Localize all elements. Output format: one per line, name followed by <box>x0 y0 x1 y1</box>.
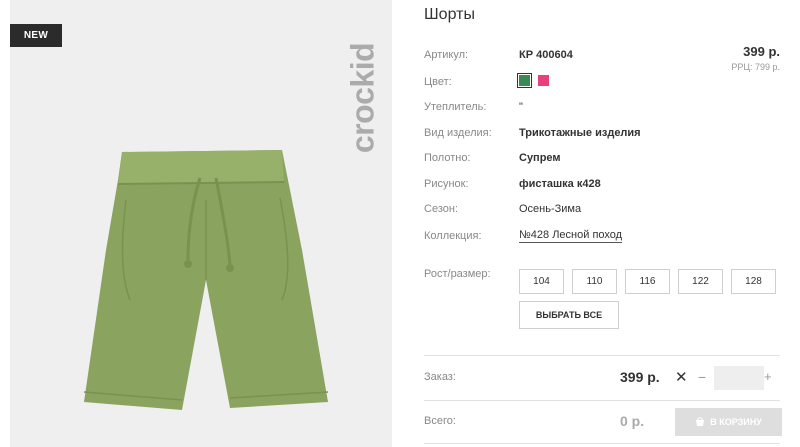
article-row: Артикул: КР 400604 <box>424 49 573 61</box>
fabric-label: Полотно: <box>424 152 471 164</box>
size-label: Рост/размер: <box>424 268 491 280</box>
color-swatch-green[interactable] <box>517 73 532 88</box>
product-price: 399 р. <box>743 44 780 59</box>
remove-icon[interactable]: ✕ <box>675 368 688 386</box>
collection-row: Коллекция: №428 Лесной поход <box>424 229 623 243</box>
divider <box>424 400 780 401</box>
total-label: Всего: <box>424 415 456 427</box>
size-options: 104 110 116 122 128 <box>519 269 776 294</box>
collection-label: Коллекция: <box>424 230 482 242</box>
order-price: 399 р. <box>620 369 660 385</box>
color-label: Цвет: <box>424 76 452 88</box>
color-swatch-pink[interactable] <box>538 75 550 86</box>
season-label: Сезон: <box>424 203 458 215</box>
size-button-110[interactable]: 110 <box>572 269 617 294</box>
season-value: Осень-Зима <box>519 203 582 215</box>
cart-icon <box>696 417 705 426</box>
fabric-value: Супрем <box>519 152 561 164</box>
increment-button[interactable]: + <box>764 369 772 384</box>
print-row: Рисунок: фисташка к428 <box>424 178 601 190</box>
type-label: Вид изделия: <box>424 127 492 139</box>
collection-link[interactable]: №428 Лесной поход <box>519 229 623 243</box>
add-to-cart-button[interactable]: В КОРЗИНУ <box>675 408 782 436</box>
insulation-value: " <box>519 101 523 113</box>
size-row: Рост/размер: <box>424 268 519 280</box>
total-value: 0 р. <box>620 413 645 429</box>
fabric-row: Полотно: Супрем <box>424 152 561 164</box>
season-row: Сезон: Осень-Зима <box>424 203 581 215</box>
print-label: Рисунок: <box>424 178 469 190</box>
divider <box>424 355 780 356</box>
product-photo[interactable] <box>10 0 392 447</box>
size-button-116[interactable]: 116 <box>625 269 670 294</box>
article-label: Артикул: <box>424 49 469 61</box>
order-label: Заказ: <box>424 371 456 383</box>
rrp-price: РРЦ: 799 р. <box>731 62 780 72</box>
color-row: Цвет: <box>424 73 552 89</box>
print-value: фисташка к428 <box>519 178 601 190</box>
size-button-128[interactable]: 128 <box>731 269 776 294</box>
insulation-row: Утеплитель: " <box>424 101 523 113</box>
size-button-104[interactable]: 104 <box>519 269 564 294</box>
decrement-button[interactable]: − <box>698 369 706 385</box>
article-value: КР 400604 <box>519 49 573 61</box>
color-swatches <box>517 73 552 89</box>
cart-button-label: В КОРЗИНУ <box>710 417 762 427</box>
divider <box>424 443 780 444</box>
quantity-input[interactable] <box>714 366 764 390</box>
brand-logo: crockid <box>344 42 381 154</box>
type-row: Вид изделия: Трикотажные изделия <box>424 127 641 139</box>
type-value: Трикотажные изделия <box>519 127 641 139</box>
shorts-image <box>83 150 329 410</box>
product-title: Шорты <box>424 6 475 23</box>
select-all-button[interactable]: ВЫБРАТЬ ВСЕ <box>519 301 619 329</box>
new-badge: NEW <box>10 24 62 47</box>
size-button-122[interactable]: 122 <box>678 269 723 294</box>
insulation-label: Утеплитель: <box>424 101 487 113</box>
